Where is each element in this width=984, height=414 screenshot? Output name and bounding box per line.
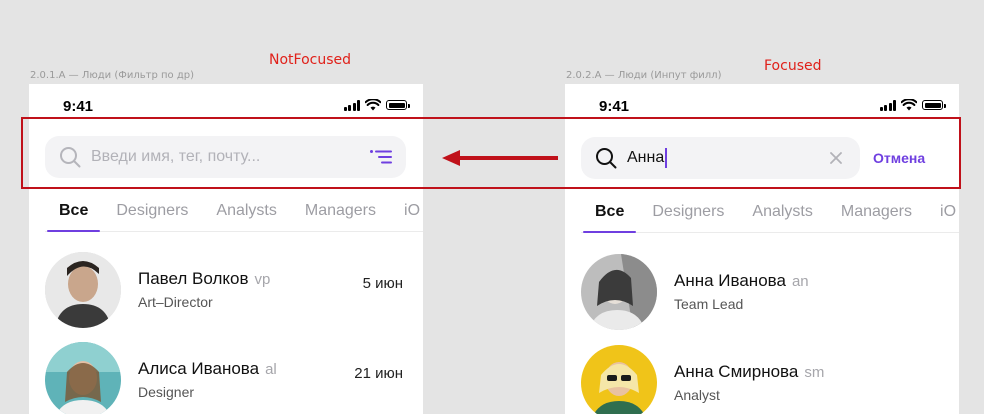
person-name-line: Анна Смирнова sm [674, 362, 824, 382]
person-role: Analyst [674, 387, 720, 403]
wifi-icon [901, 99, 917, 111]
person-row[interactable]: Алиса Иванова al Designer 21 июн [45, 342, 403, 414]
tab-managers[interactable]: Managers [291, 191, 390, 231]
signal-icon [343, 99, 360, 111]
birthday-date: 5 июн [362, 275, 403, 292]
tab-designers[interactable]: Designers [102, 191, 202, 231]
avatar [581, 254, 657, 330]
signal-icon [879, 99, 896, 111]
tab-analysts[interactable]: Analysts [202, 191, 290, 231]
status-time: 9:41 [599, 98, 630, 115]
person-name: Анна Смирнова [674, 362, 799, 381]
person-name-line: Алиса Иванова al [138, 359, 277, 379]
person-name: Алиса Иванова [138, 359, 260, 378]
tab-managers[interactable]: Managers [827, 192, 926, 232]
left-frame-caption: 2.0.1.A — Люди (Фильтр по др) [30, 70, 194, 81]
transition-arrow-icon [442, 150, 558, 166]
person-tag: vp [254, 271, 271, 288]
tab-all[interactable]: Все [581, 192, 638, 233]
person-tag: al [265, 361, 277, 378]
avatar [45, 252, 121, 328]
person-tag: an [791, 273, 809, 290]
avatar [581, 345, 657, 414]
person-row[interactable]: Анна Иванова an Team Lead [581, 254, 939, 330]
tab-analysts[interactable]: Analysts [738, 192, 826, 232]
person-name: Анна Иванова [674, 271, 786, 290]
tab-all[interactable]: Все [45, 191, 102, 232]
left-state-label: NotFocused [269, 52, 352, 68]
person-role: Art–Director [138, 294, 213, 310]
person-name-line: Павел Волков vp [138, 269, 270, 289]
person-name: Павел Волков [138, 269, 249, 288]
wifi-icon [365, 99, 381, 111]
status-time: 9:41 [63, 98, 94, 115]
person-tag: sm [804, 364, 825, 381]
person-role: Team Lead [674, 296, 744, 312]
battery-icon [922, 100, 946, 110]
status-icons [879, 99, 946, 111]
person-name-line: Анна Иванова an [674, 271, 809, 291]
person-row[interactable]: Анна Смирнова sm Analyst [581, 345, 939, 414]
battery-icon [386, 100, 410, 110]
tab-designers[interactable]: Designers [638, 192, 738, 232]
right-frame-caption: 2.0.2.A — Люди (Инпут филл) [566, 70, 722, 81]
status-icons [343, 99, 410, 111]
birthday-date: 21 июн [354, 365, 403, 382]
tab-ios[interactable]: iO [390, 191, 423, 231]
category-tabs: Все Designers Analysts Managers iO [45, 191, 423, 232]
avatar [45, 342, 121, 414]
person-row[interactable]: Павел Волков vp Art–Director 5 июн [45, 252, 403, 328]
right-state-label: Focused [764, 58, 822, 74]
person-role: Designer [138, 384, 195, 400]
tab-ios[interactable]: iO [926, 192, 959, 232]
category-tabs: Все Designers Analysts Managers iO [581, 192, 959, 233]
